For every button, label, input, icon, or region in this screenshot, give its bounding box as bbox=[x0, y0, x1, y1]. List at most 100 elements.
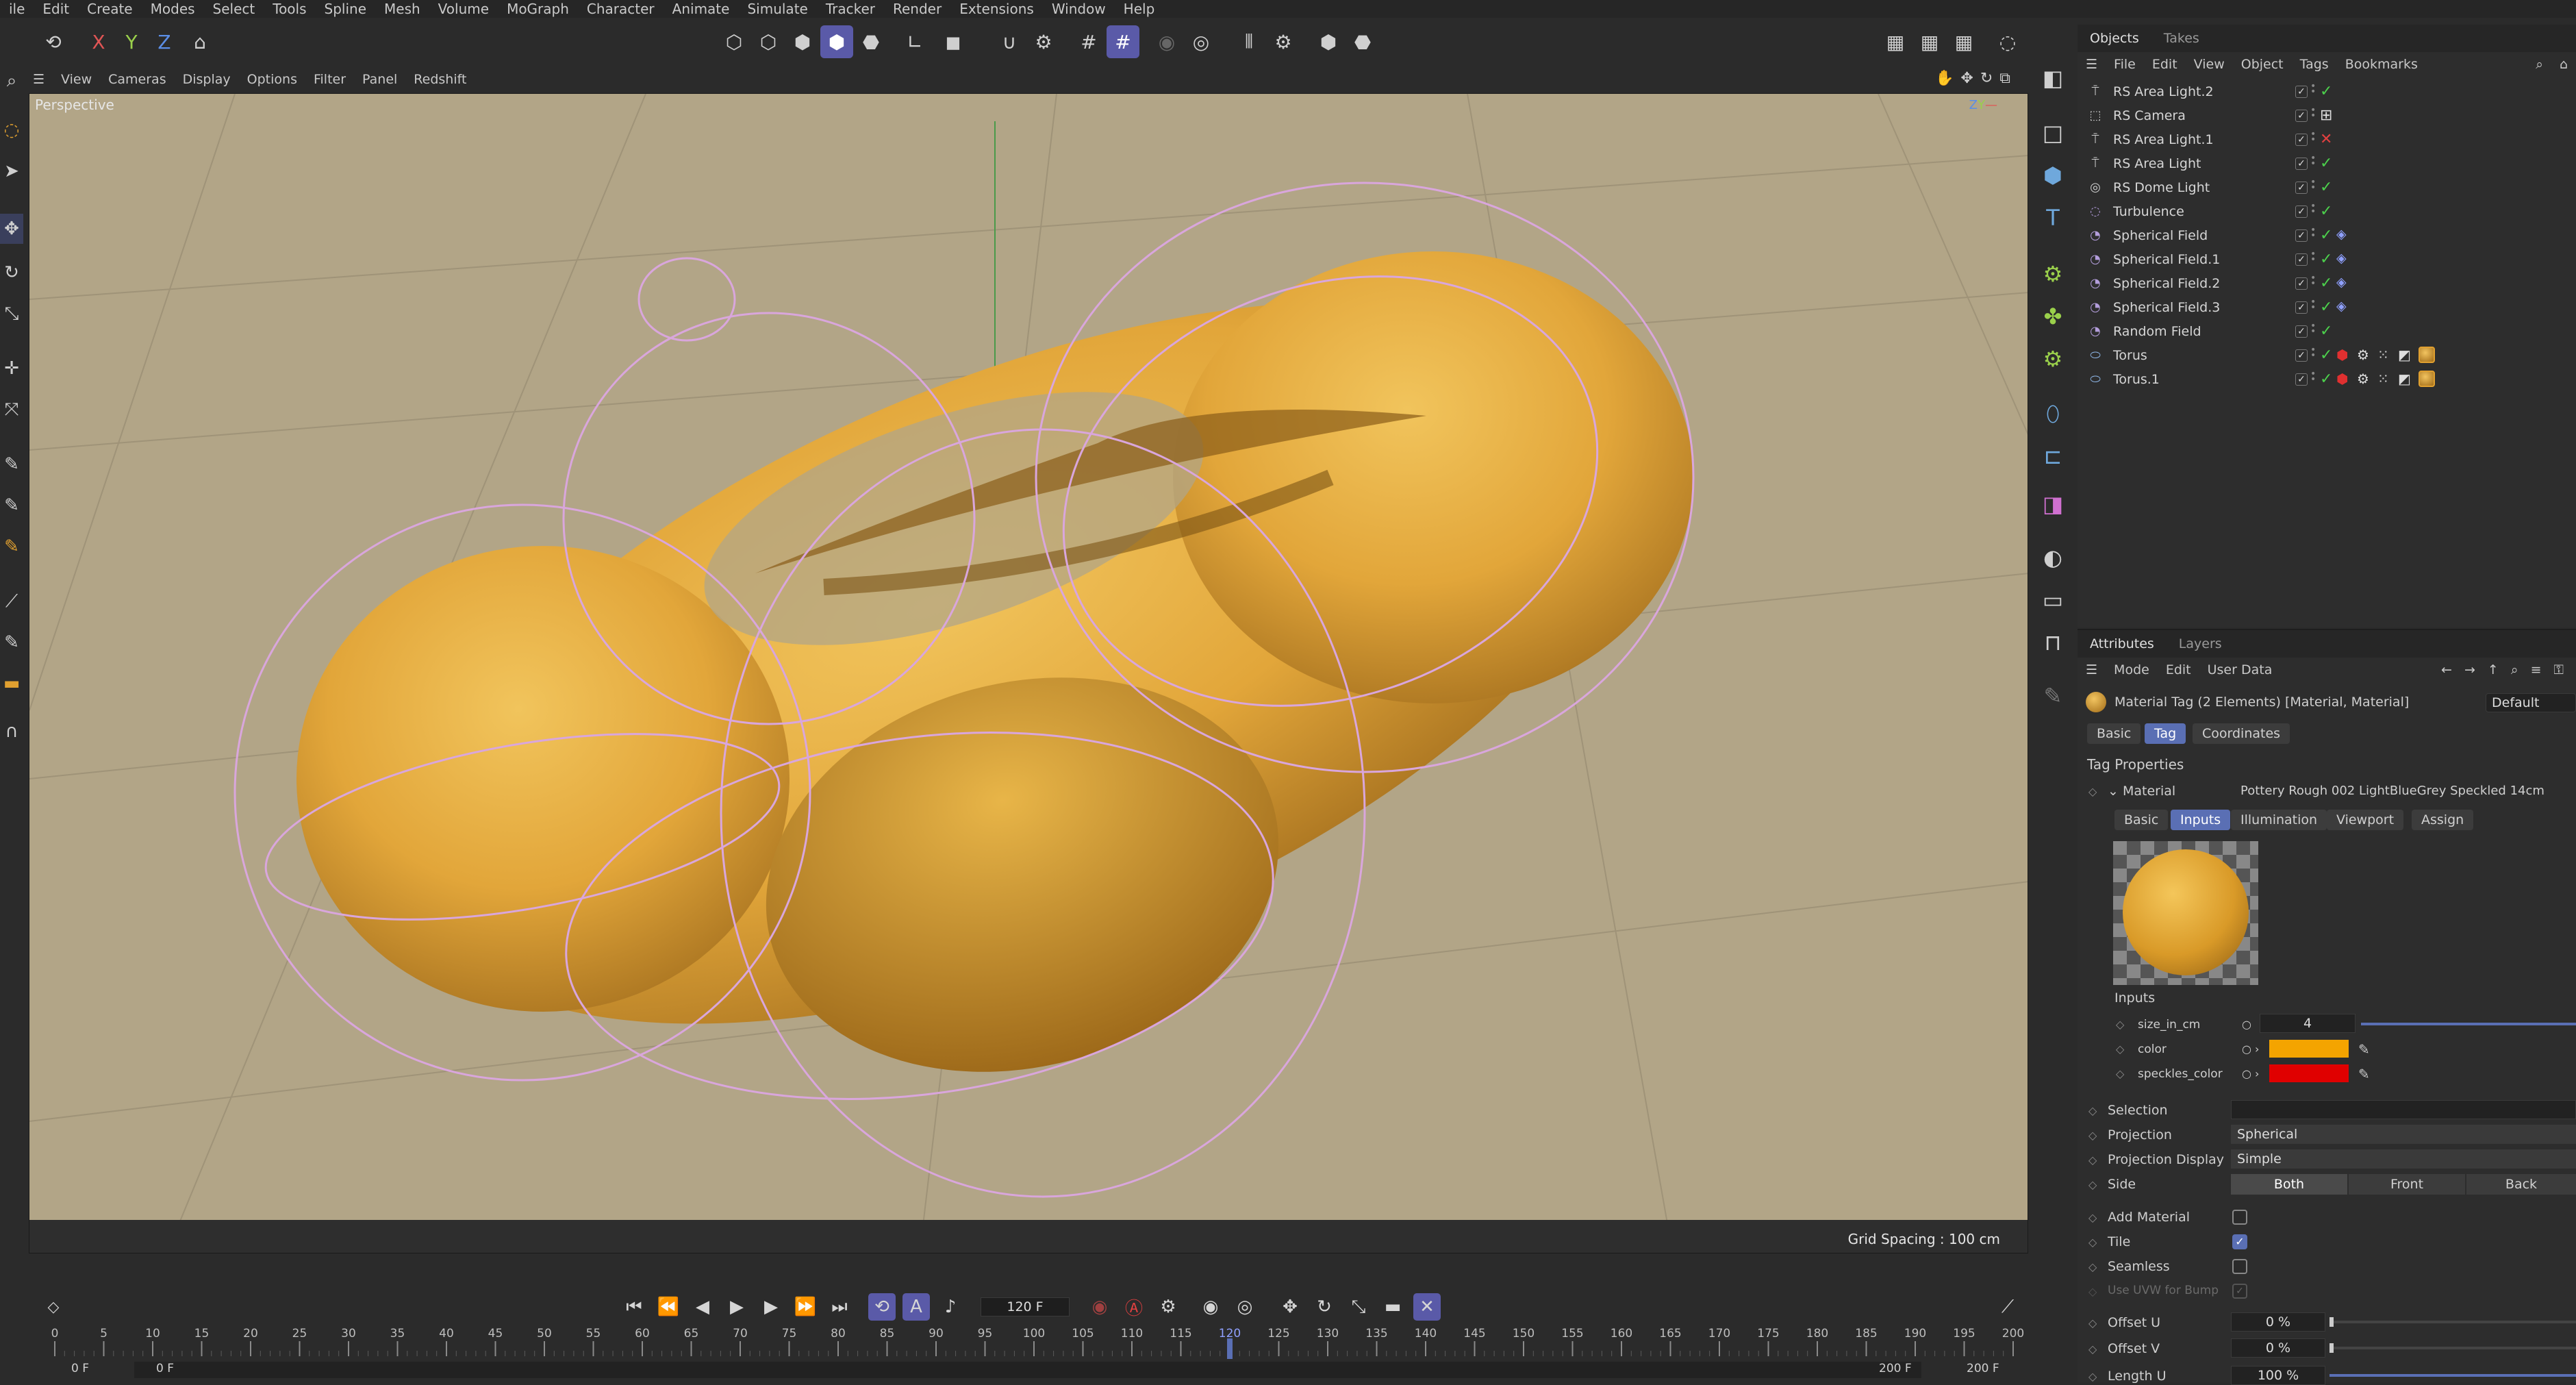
objects-menu-file[interactable]: File bbox=[2106, 57, 2144, 72]
object-name[interactable]: RS Camera bbox=[2113, 108, 2186, 123]
attributes-menu-mode[interactable]: Mode bbox=[2106, 662, 2158, 677]
rotate-icon[interactable]: ↻ bbox=[0, 258, 23, 288]
object-row[interactable]: ⬭ Torus ✓ • • ✓ ⬢ ⚙ ⁙ ◩ bbox=[2087, 343, 2566, 367]
menu-character[interactable]: Character bbox=[578, 1, 664, 17]
layer-toggle[interactable]: ✓ bbox=[2295, 325, 2308, 338]
phong-tag-icon[interactable]: ⬢ bbox=[2336, 371, 2353, 387]
solo-icon[interactable]: ◼ bbox=[937, 25, 970, 58]
layer-toggle[interactable]: ✓ bbox=[2295, 373, 2308, 386]
layer-toggle[interactable]: ✓ bbox=[2295, 181, 2308, 194]
layer-toggle[interactable]: ✓ bbox=[2295, 301, 2308, 314]
visibility-dots[interactable]: • • bbox=[2310, 297, 2317, 316]
size-slider[interactable] bbox=[2361, 1023, 2576, 1025]
speckles-animate-icon[interactable]: ◇ bbox=[2116, 1067, 2124, 1080]
attributes-nav-icons[interactable]: ← → ↑ ⌕ ≡ ⚿ bbox=[2433, 662, 2576, 677]
objects-menu-tags[interactable]: Tags bbox=[2292, 57, 2337, 72]
speckles-color-swatch[interactable] bbox=[2269, 1064, 2349, 1082]
menu-mograph[interactable]: MoGraph bbox=[498, 1, 578, 17]
offset-u-slider-handle[interactable] bbox=[2329, 1317, 2334, 1327]
size-animate-icon[interactable]: ◇ bbox=[2116, 1018, 2124, 1031]
range-start[interactable]: 0 F bbox=[156, 1362, 174, 1375]
selection-tag-icon[interactable]: ⁙ bbox=[2377, 371, 2394, 387]
uvw-tag-icon[interactable]: ◩ bbox=[2398, 347, 2414, 363]
enabled-check-icon[interactable]: ✓ bbox=[2320, 155, 2332, 172]
go-to-end-icon[interactable]: ⏭ bbox=[826, 1293, 853, 1321]
visibility-dots[interactable]: • • bbox=[2310, 105, 2317, 124]
paint-icon[interactable]: ✎ bbox=[0, 532, 23, 562]
menu-window[interactable]: Window bbox=[1043, 1, 1115, 17]
start-frame[interactable]: 0 F bbox=[71, 1362, 89, 1375]
axis-x-button[interactable]: X bbox=[82, 25, 115, 58]
display-tag-icon[interactable]: ⚙ bbox=[2357, 371, 2373, 387]
side-animate-icon[interactable]: ◇ bbox=[2088, 1178, 2097, 1191]
brush-icon[interactable]: ✎ bbox=[0, 490, 23, 521]
selection-arrow-icon[interactable]: ➤ bbox=[0, 156, 23, 186]
objects-menu-icon[interactable]: ☰ bbox=[2078, 57, 2106, 72]
speckles-keyframe-icon[interactable]: ○ › bbox=[2242, 1067, 2259, 1080]
enabled-check-icon[interactable]: ✓ bbox=[2320, 251, 2332, 268]
menu-tools[interactable]: Tools bbox=[264, 1, 315, 17]
visibility-dots[interactable]: • • bbox=[2310, 82, 2317, 100]
object-row[interactable]: ◔ Spherical Field.2 ✓ • • ✓ ◈ bbox=[2087, 271, 2566, 295]
redshift-ipr-icon[interactable]: ◌ bbox=[1991, 25, 2024, 58]
render-picture-viewer-icon[interactable]: ▦ bbox=[1913, 25, 1946, 58]
enabled-check-icon[interactable]: ✓ bbox=[2320, 299, 2332, 316]
tab-objects[interactable]: Objects bbox=[2078, 31, 2151, 46]
field-tag-icon[interactable]: ◈ bbox=[2336, 299, 2353, 315]
viewport-menu-redshift[interactable]: Redshift bbox=[405, 72, 475, 87]
tile-animate-icon[interactable]: ◇ bbox=[2088, 1236, 2097, 1249]
object-icon[interactable]: ⬢ bbox=[1312, 25, 1345, 58]
tab-layers[interactable]: Layers bbox=[2167, 636, 2234, 651]
workplane-icon[interactable]: # bbox=[1107, 25, 1139, 58]
move-icon[interactable]: ✥ bbox=[0, 214, 23, 244]
object-name[interactable]: Turbulence bbox=[2113, 204, 2184, 219]
layout-icon[interactable]: ◧ bbox=[2035, 60, 2071, 96]
offset-v-animate-icon[interactable]: ◇ bbox=[2088, 1343, 2097, 1356]
layer-toggle[interactable]: ✓ bbox=[2295, 133, 2308, 146]
camera-target-icon[interactable]: ⊞ bbox=[2320, 107, 2332, 124]
field-object-icon[interactable]: ⬯ bbox=[2035, 396, 2071, 432]
camera-object-icon[interactable]: ▭ bbox=[2035, 582, 2071, 618]
layer-toggle[interactable]: ✓ bbox=[2295, 109, 2308, 122]
visibility-dots[interactable]: • • bbox=[2310, 177, 2317, 196]
snap-icon[interactable]: ∪ bbox=[993, 25, 1026, 58]
edges-mode-icon[interactable]: ⬡ bbox=[752, 25, 785, 58]
magnet-icon[interactable]: ∩ bbox=[0, 716, 23, 747]
generator-icon[interactable]: ⚙ bbox=[2035, 256, 2071, 292]
bend-icon[interactable]: ⤧ bbox=[0, 395, 23, 425]
key-rotate-icon[interactable]: ↻ bbox=[1311, 1293, 1338, 1321]
layer-toggle[interactable]: ✓ bbox=[2295, 349, 2308, 362]
objects-menu-view[interactable]: View bbox=[2186, 57, 2233, 72]
axis-mode-icon[interactable]: ∟ bbox=[898, 25, 931, 58]
loop-icon[interactable]: ⟲ bbox=[868, 1293, 896, 1321]
viewport-perspective[interactable]: Perspective ZY— Grid Spacing : 100 cm bbox=[29, 93, 2028, 1253]
layer-toggle[interactable]: ✓ bbox=[2295, 277, 2308, 290]
render-settings-icon[interactable]: ▦ bbox=[1947, 25, 1980, 58]
undo-icon[interactable]: ⟲ bbox=[37, 25, 70, 58]
snap-settings-icon[interactable]: ⚙ bbox=[1027, 25, 1060, 58]
subtab-coordinates[interactable]: Coordinates bbox=[2193, 723, 2290, 744]
key-position-icon[interactable]: ◉ bbox=[1197, 1293, 1224, 1321]
sculpt-icon[interactable]: ✎ bbox=[0, 627, 23, 658]
cube-outline-icon[interactable]: □ bbox=[2035, 115, 2071, 151]
timeline-ruler[interactable]: 0 5 10 15 20 25 30 35 40 45 50 55 60 65 70 75 80 85 90 95 10… bbox=[48, 1326, 2034, 1362]
objects-menu-bookmarks[interactable]: Bookmarks bbox=[2337, 57, 2426, 72]
color-animate-icon[interactable]: ◇ bbox=[2116, 1043, 2124, 1056]
key-param-icon[interactable]: ▬ bbox=[1379, 1293, 1406, 1321]
projection-display-dropdown[interactable]: Simple bbox=[2231, 1149, 2576, 1169]
tile-checkbox[interactable]: ✓ bbox=[2232, 1234, 2247, 1249]
end-frame[interactable]: 200 F bbox=[1967, 1362, 1999, 1375]
search-icon[interactable]: ⌕ bbox=[0, 66, 23, 96]
layer-toggle[interactable]: ✓ bbox=[2295, 85, 2308, 98]
color-keyframe-icon[interactable]: ○ › bbox=[2242, 1043, 2259, 1056]
display-tag-icon[interactable]: ⚙ bbox=[2357, 347, 2373, 363]
field-tag-icon[interactable]: ◈ bbox=[2336, 227, 2353, 243]
transform-icon[interactable]: ✛ bbox=[0, 353, 23, 384]
object-name[interactable]: Random Field bbox=[2113, 324, 2201, 339]
add-material-animate-icon[interactable]: ◇ bbox=[2088, 1211, 2097, 1224]
material-tag-icon[interactable] bbox=[2419, 371, 2435, 387]
offset-v-slider[interactable] bbox=[2329, 1343, 2576, 1353]
uvw-tag-icon[interactable]: ◩ bbox=[2398, 371, 2414, 387]
object-name[interactable]: Spherical Field.1 bbox=[2113, 252, 2220, 267]
object-name[interactable]: Torus.1 bbox=[2113, 372, 2160, 387]
